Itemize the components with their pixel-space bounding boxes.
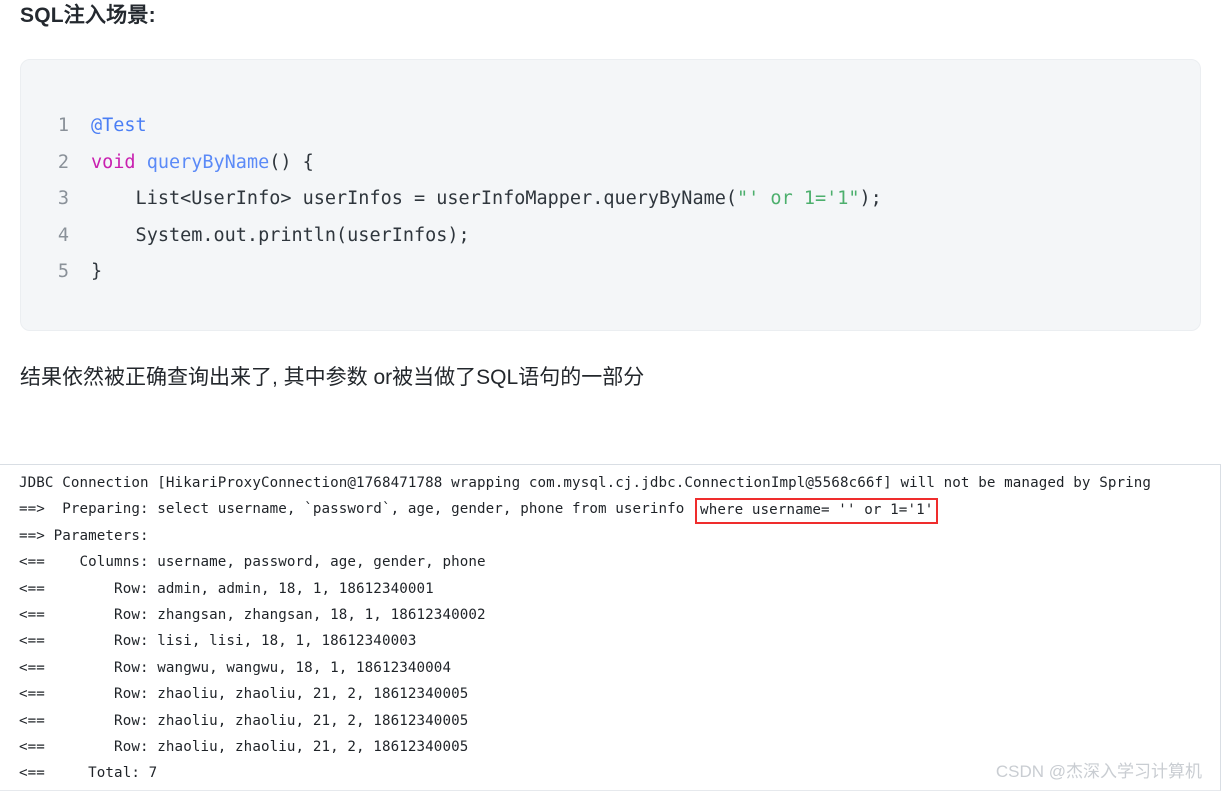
code-token: () { (269, 151, 314, 173)
console-log-lines: JDBC Connection [HikariProxyConnection@1… (0, 465, 1220, 787)
code-line: 1 @Test (21, 108, 1200, 145)
code-line: 4 System.out.println(userInfos); (21, 218, 1200, 255)
console-log-line: <== Row: zhangsan, zhangsan, 18, 1, 1861… (0, 602, 1220, 628)
code-line-content: } (91, 254, 102, 291)
console-log-line: JDBC Connection [HikariProxyConnection@1… (0, 470, 1220, 496)
console-log-text: <== Row: zhaoliu, zhaoliu, 21, 2, 186123… (19, 738, 469, 755)
code-token: } (91, 261, 103, 282)
console-log-line: <== Row: lisi, lisi, 18, 1, 18612340003 (0, 628, 1220, 654)
code-token: @Test (91, 115, 147, 136)
code-token: void (91, 151, 136, 173)
code-token: "' or 1='1" (737, 188, 860, 209)
code-line: 2 void queryByName() { (21, 145, 1200, 182)
console-log-text: ==> Parameters: (19, 527, 149, 544)
code-lines: 1 @Test 2 void queryByName() {3 List<UserIn… (21, 108, 1200, 291)
code-line-content: List<UserInfo> userInfos = userInfoMappe… (91, 181, 882, 218)
line-number: 2 (57, 151, 69, 173)
code-line-content: @Test (91, 108, 147, 145)
code-token: ); (859, 188, 882, 209)
console-log-text: <== Columns: username, password, age, ge… (19, 554, 486, 571)
highlighted-sql-clause: where username= '' or 1='1' (695, 498, 939, 525)
console-log-text: <== Row: zhaoliu, zhaoliu, 21, 2, 186123… (19, 712, 469, 729)
line-number: 1 (57, 115, 69, 136)
console-log-panel: JDBC Connection [HikariProxyConnection@1… (0, 464, 1221, 791)
code-line: 5} (21, 254, 1200, 291)
line-number: 3 (57, 188, 69, 209)
console-log-text: <== Row: admin, admin, 18, 1, 1861234000… (19, 580, 434, 597)
csdn-watermark: CSDN @杰深入学习计算机 (995, 762, 1202, 781)
console-log-text: <== Row: zhaoliu, zhaoliu, 21, 2, 186123… (19, 686, 469, 703)
code-token: List<UserInfo> userInfos = userInfoMappe… (91, 188, 738, 209)
code-block: 1 @Test 2 void queryByName() {3 List<UserIn… (20, 59, 1201, 331)
console-log-text: <== Row: wangwu, wangwu, 18, 1, 18612340… (19, 659, 452, 676)
line-number: 5 (57, 261, 69, 282)
console-log-line: <== Row: zhaoliu, zhaoliu, 21, 2, 186123… (0, 681, 1220, 707)
line-number: 4 (57, 224, 69, 246)
console-log-text: <== Row: lisi, lisi, 18, 1, 18612340003 (19, 633, 417, 650)
console-log-line: ==> Preparing: select username, `passwor… (0, 496, 1220, 525)
console-log-line: <== Row: zhaoliu, zhaoliu, 21, 2, 186123… (0, 708, 1220, 734)
explanation-paragraph: 结果依然被正确查询出来了, 其中参数 or被当做了SQL语句的一部分 (20, 366, 645, 389)
console-log-line: <== Row: admin, admin, 18, 1, 1861234000… (0, 576, 1220, 602)
code-token: System.out.println(userInfos); (91, 224, 470, 246)
console-log-text: ==> Preparing: select username, `passwor… (19, 501, 694, 518)
page-title: SQL注入场景: (20, 4, 156, 27)
console-log-line: <== Row: wangwu, wangwu, 18, 1, 18612340… (0, 655, 1220, 681)
code-line: 3 List<UserInfo> userInfos = userInfoMap… (21, 181, 1200, 218)
code-line-content: System.out.println(userInfos); (91, 218, 470, 255)
console-log-line: <== Columns: username, password, age, ge… (0, 549, 1220, 575)
console-log-line: ==> Parameters: (0, 523, 1220, 549)
code-token: queryByName (146, 151, 270, 173)
console-log-text: <== Total: 7 (19, 765, 158, 782)
console-log-text: JDBC Connection [HikariProxyConnection@1… (19, 475, 1152, 491)
code-line-content: void queryByName() { (91, 145, 314, 182)
console-log-text: <== Row: zhangsan, zhangsan, 18, 1, 1861… (19, 606, 486, 623)
